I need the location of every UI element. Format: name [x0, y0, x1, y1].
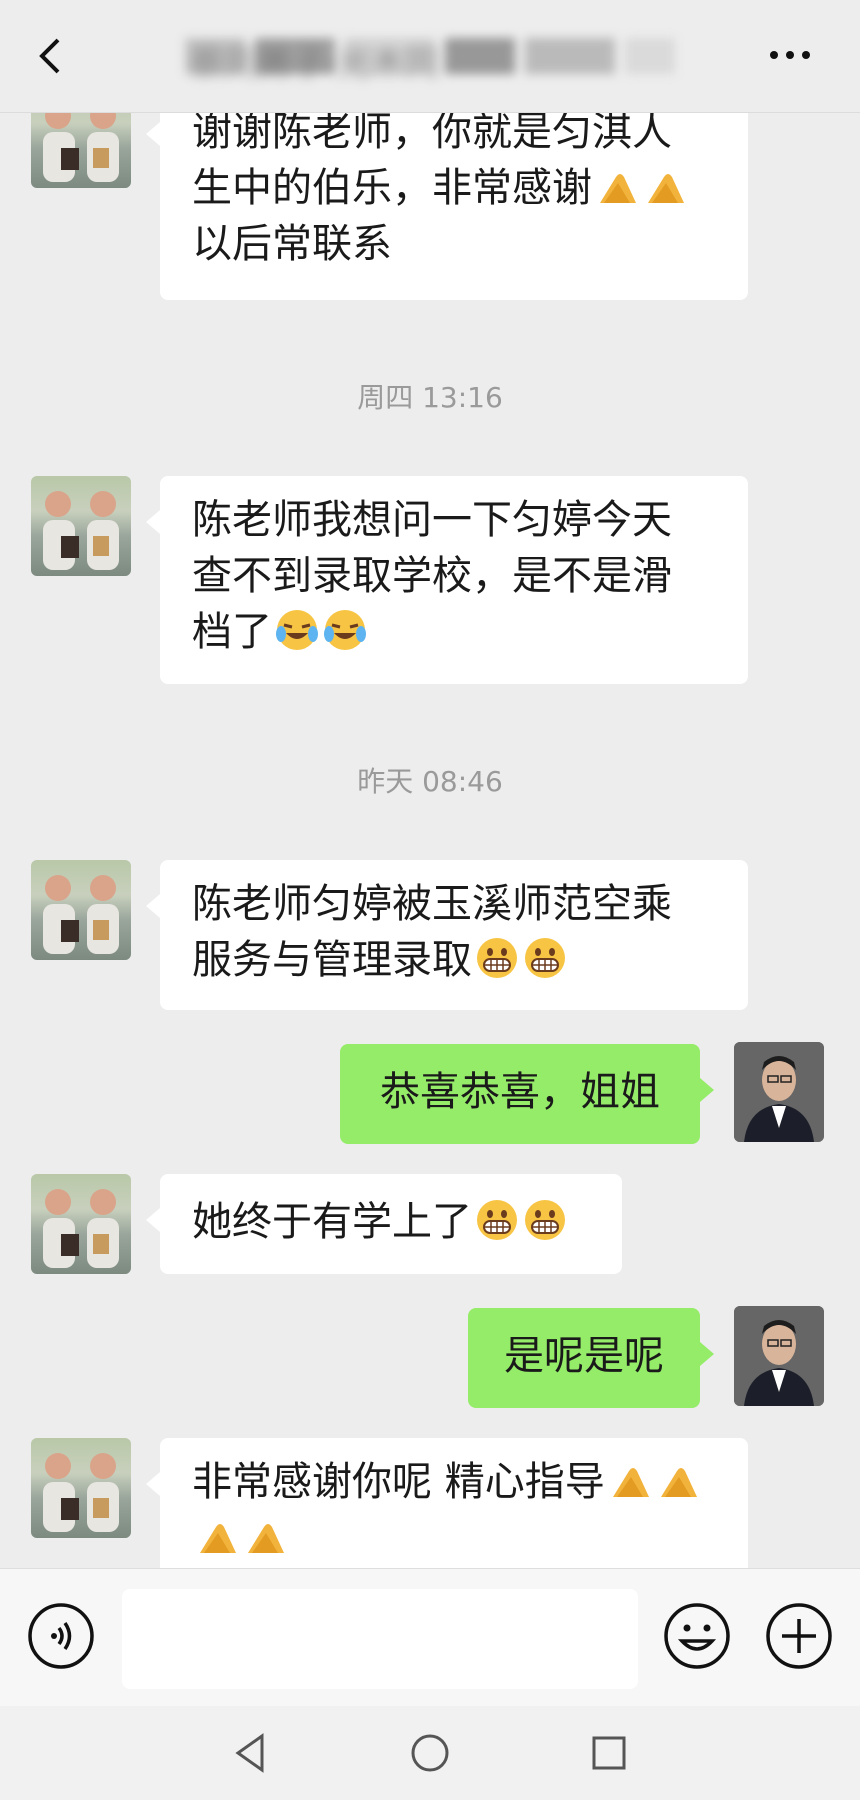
- avatar-photo: [43, 1189, 119, 1268]
- message-input[interactable]: [122, 1589, 638, 1689]
- message-text: 陈老师我想问一下匀婷今天: [192, 497, 672, 543]
- more-icon: [770, 51, 810, 59]
- timestamp: 昨天 08:46: [357, 765, 503, 798]
- grinning-icon: [525, 1200, 565, 1240]
- message-bubble[interactable]: 陈老师我想问一下匀婷今天 查不到录取学校，是不是滑 档了: [146, 476, 748, 684]
- message-bubble[interactable]: 陈老师匀婷被玉溪师范空乘 服务与管理录取: [146, 860, 748, 1010]
- chevron-left-icon: [39, 38, 60, 74]
- contact-avatar[interactable]: [31, 860, 131, 960]
- crying-laughing-icon: [276, 610, 318, 650]
- contact-avatar[interactable]: [31, 1174, 131, 1274]
- plus-icon: [766, 1603, 832, 1669]
- message-text: 陈老师匀婷被玉溪师范空乘: [192, 881, 672, 927]
- nav-back-button[interactable]: [226, 1728, 276, 1778]
- smiley-icon: [664, 1603, 730, 1669]
- crying-laughing-icon: [324, 610, 366, 650]
- ok-hand-icon: [612, 1468, 649, 1497]
- more-actions-button[interactable]: [764, 1601, 834, 1671]
- ok-hand-icon: [660, 1468, 697, 1497]
- chat-title: 蔡同男子·光木同: [190, 44, 439, 78]
- avatar-photo: [43, 491, 119, 570]
- chat-screen: 蔡同男子·光木同 谢谢陈老师，你就是匀淇人 生中的伯乐，非常感谢 以后常联系 周…: [0, 0, 860, 1800]
- contact-avatar[interactable]: [31, 476, 131, 576]
- message-bubble-self[interactable]: 恭喜恭喜，姐姐: [340, 1044, 714, 1144]
- square-recents-icon: [592, 1736, 626, 1770]
- grinning-icon: [477, 938, 517, 978]
- message-text: 查不到录取学校，是不是滑: [192, 553, 672, 599]
- back-button[interactable]: [22, 26, 82, 86]
- contact-avatar[interactable]: [31, 1438, 131, 1538]
- voice-input-button[interactable]: [26, 1601, 96, 1671]
- message-text: 非常感谢你呢 精心指导: [192, 1459, 605, 1505]
- avatar-photo: [734, 1306, 824, 1406]
- message-bubble[interactable]: 她终于有学上了: [146, 1174, 622, 1274]
- grinning-icon: [477, 1200, 517, 1240]
- circle-home-icon: [411, 1734, 449, 1772]
- message-list[interactable]: 谢谢陈老师，你就是匀淇人 生中的伯乐，非常感谢 以后常联系 周四 13:16 陈…: [0, 0, 860, 1568]
- nav-recents-button[interactable]: [584, 1728, 634, 1778]
- message-bubble[interactable]: 谢谢陈老师，你就是匀淇人 生中的伯乐，非常感谢 以后常联系: [146, 88, 748, 300]
- timestamp: 周四 13:16: [357, 381, 503, 414]
- grinning-icon: [525, 938, 565, 978]
- self-avatar[interactable]: [734, 1042, 824, 1142]
- message-text: 档了: [192, 609, 272, 655]
- self-avatar[interactable]: [734, 1306, 824, 1406]
- chat-header: 蔡同男子·光木同: [0, 0, 860, 113]
- input-bar: [0, 1568, 860, 1707]
- message-bubble[interactable]: 非常感谢你呢 精心指导: [146, 1438, 748, 1568]
- more-button[interactable]: [760, 30, 820, 80]
- message-bubble-self[interactable]: 是呢是呢: [468, 1308, 714, 1408]
- triangle-back-icon: [235, 1733, 264, 1773]
- ok-hand-icon: [600, 174, 636, 203]
- message-text: 她终于有学上了: [192, 1199, 472, 1245]
- emoji-button[interactable]: [662, 1601, 732, 1671]
- system-nav-bar: [0, 1706, 860, 1800]
- ok-hand-icon: [200, 1524, 236, 1553]
- message-text: 生中的伯乐，非常感谢: [192, 165, 592, 211]
- message-text: 是呢是呢: [504, 1333, 664, 1379]
- message-text: 服务与管理录取: [192, 937, 472, 983]
- ok-hand-icon: [648, 174, 684, 203]
- message-text: 以后常联系: [192, 221, 392, 267]
- ok-hand-icon: [248, 1524, 284, 1553]
- avatar-photo: [43, 1453, 119, 1532]
- avatar-photo: [734, 1042, 824, 1142]
- voice-icon: [28, 1603, 94, 1669]
- nav-home-button[interactable]: [405, 1728, 455, 1778]
- avatar-photo: [43, 875, 119, 954]
- message-text: 恭喜恭喜，姐姐: [380, 1069, 660, 1115]
